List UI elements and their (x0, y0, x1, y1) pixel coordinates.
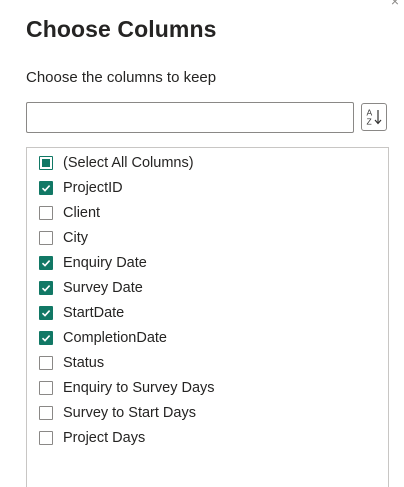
column-checkbox[interactable] (39, 206, 53, 220)
sort-button[interactable]: A Z (361, 103, 387, 131)
column-checkbox[interactable] (39, 381, 53, 395)
column-item-label: City (63, 230, 88, 246)
close-icon: × (390, 0, 400, 9)
column-item-label: Survey to Start Days (63, 405, 196, 421)
column-item-completiondate[interactable]: CompletionDate (39, 328, 167, 348)
checkmark-icon (41, 260, 51, 267)
column-item-label: (Select All Columns) (63, 155, 194, 171)
column-checkbox[interactable] (39, 331, 53, 345)
column-item-label: Status (63, 355, 105, 371)
column-item-label: Project Days (63, 430, 146, 446)
column-checkbox[interactable] (39, 431, 53, 445)
column-item-survey-to-start-days[interactable]: Survey to Start Days (39, 403, 196, 423)
column-checkbox[interactable] (39, 406, 53, 420)
dialog-subtitle: Choose the columns to keep (26, 69, 217, 86)
column-list[interactable]: (Select All Columns) ProjectID Client City E… (26, 147, 389, 487)
column-checkbox[interactable] (39, 306, 53, 320)
partial-check-icon (42, 159, 50, 167)
column-item-startdate[interactable]: StartDate (39, 303, 124, 323)
close-button[interactable]: × (388, 0, 402, 8)
checkmark-icon (41, 185, 51, 192)
column-checkbox[interactable] (39, 181, 53, 195)
column-item-label: Survey Date (63, 280, 143, 296)
checkmark-icon (41, 310, 51, 317)
checkmark-icon (41, 285, 51, 292)
column-checkbox[interactable] (39, 356, 53, 370)
column-item-client[interactable]: Client (39, 203, 100, 223)
search-input[interactable] (26, 102, 354, 133)
column-item-project-days[interactable]: Project Days (39, 428, 145, 448)
column-item-enquiry-date[interactable]: Enquiry Date (39, 253, 147, 273)
column-item-city[interactable]: City (39, 228, 88, 248)
column-item-label: Client (63, 205, 101, 221)
column-checkbox[interactable] (39, 231, 53, 245)
column-item-survey-date[interactable]: Survey Date (39, 278, 143, 298)
column-checkbox[interactable] (39, 256, 53, 270)
column-item-projectid[interactable]: ProjectID (39, 178, 123, 198)
svg-text:Z: Z (367, 117, 372, 127)
column-checkbox[interactable] (39, 156, 53, 170)
sort-az-icon: A Z (367, 108, 382, 127)
column-item-select-all-columns[interactable]: (Select All Columns) (39, 153, 194, 173)
column-item-enquiry-to-survey-days[interactable]: Enquiry to Survey Days (39, 378, 215, 398)
column-item-label: CompletionDate (63, 330, 167, 346)
column-item-label: StartDate (63, 305, 125, 321)
column-item-status[interactable]: Status (39, 353, 104, 373)
column-item-label: ProjectID (63, 180, 123, 196)
checkmark-icon (41, 335, 51, 342)
dialog-title: Choose Columns (26, 16, 217, 42)
column-checkbox[interactable] (39, 281, 53, 295)
column-item-label: Enquiry Date (63, 255, 147, 271)
column-item-label: Enquiry to Survey Days (63, 380, 215, 396)
